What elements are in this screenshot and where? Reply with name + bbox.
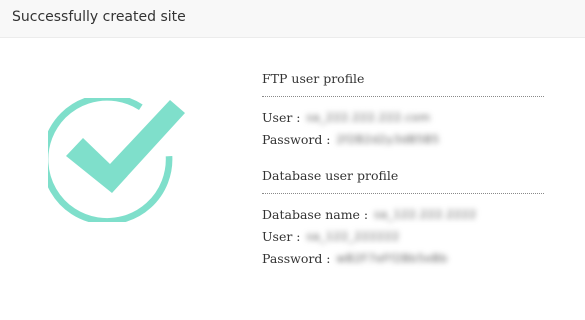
database-user-row: User : sa_122_222222: [262, 226, 544, 248]
database-name-value[interactable]: sa_122.222.2222: [374, 206, 476, 224]
ftp-section-title: FTP user profile: [262, 71, 365, 86]
database-user-label: User :: [262, 229, 301, 244]
database-user-value[interactable]: sa_122_222222: [307, 228, 400, 246]
database-password-row: Password : wB2F7eFf2Bb5eBb: [262, 248, 544, 270]
ftp-password-label: Password :: [262, 132, 331, 147]
database-password-label: Password :: [262, 251, 331, 266]
database-section-title: Database user profile: [262, 168, 399, 183]
check-circle-icon: [41, 94, 186, 225]
ftp-divider: [262, 96, 544, 97]
ftp-password-row: Password : 2f2B2d2y3dB5B5: [262, 129, 544, 151]
ftp-user-value[interactable]: sa_222.222.222.com: [307, 109, 431, 127]
ftp-password-value[interactable]: 2f2B2d2y3dB5B5: [337, 131, 440, 149]
dialog-header: Successfully created site: [0, 0, 585, 38]
database-name-label: Database name :: [262, 207, 369, 222]
profile-details: FTP user profile User : sa_222.222.222.c…: [262, 70, 544, 270]
database-password-value[interactable]: wB2F7eFf2Bb5eBb: [337, 250, 448, 268]
ftp-user-label: User :: [262, 110, 301, 125]
success-dialog: Successfully created site FTP user profi…: [0, 0, 585, 320]
ftp-user-row: User : sa_222.222.222.com: [262, 107, 544, 129]
database-divider: [262, 193, 544, 194]
database-name-row: Database name : sa_122.222.2222: [262, 204, 544, 226]
dialog-title: Successfully created site: [12, 9, 186, 25]
